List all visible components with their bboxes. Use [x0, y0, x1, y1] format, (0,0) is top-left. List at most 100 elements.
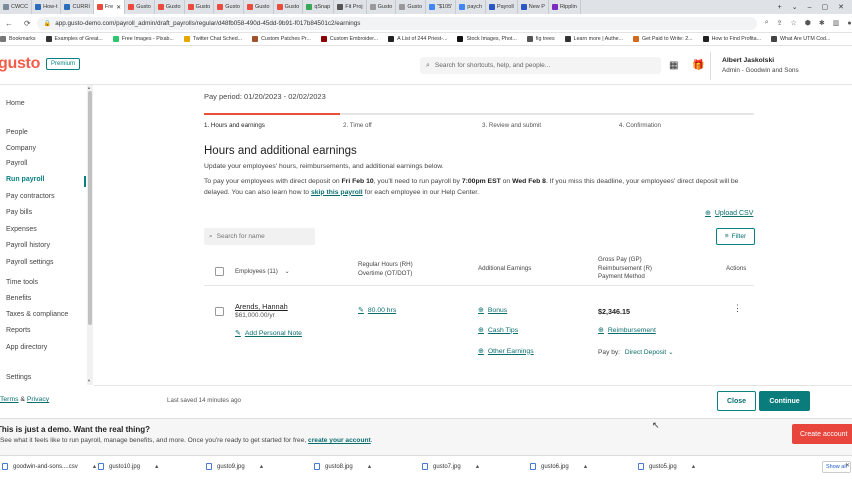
regular-hours-link[interactable]: ✎ 80.00 hrs	[358, 306, 396, 315]
browser-tab[interactable]: Payroll	[486, 0, 518, 14]
browser-tab[interactable]: Gusto	[367, 0, 397, 14]
sidebar-item-pay-contractors[interactable]: Pay contractors	[6, 193, 55, 200]
chevron-up-icon[interactable]: ▲	[475, 464, 480, 470]
browser-tab[interactable]: Gusto	[214, 0, 244, 14]
bookmark-item[interactable]: Examples of Great...	[45, 36, 103, 42]
chevron-up-icon[interactable]: ▲	[259, 464, 264, 470]
privacy-link[interactable]: Privacy	[27, 396, 49, 403]
minimize-icon[interactable]: –	[808, 4, 812, 11]
reload-icon[interactable]: ⟳	[24, 19, 31, 28]
share-icon[interactable]: ⇪	[777, 19, 783, 27]
bookmark-item[interactable]: How to Find Profita...	[702, 36, 761, 42]
bookmark-item[interactable]: A List of 244 Priest-...	[388, 36, 447, 42]
download-item[interactable]: gusto9.jpg ▲	[206, 463, 264, 470]
download-item[interactable]: gusto5.jpg ▲	[638, 463, 696, 470]
browser-tab[interactable]: Gusto	[244, 0, 274, 14]
chevron-up-icon[interactable]: ▲	[92, 464, 97, 470]
puzzle-icon[interactable]: ✱	[819, 19, 825, 27]
download-item[interactable]: gusto8.jpg ▲	[314, 463, 372, 470]
chevron-up-icon[interactable]: ▲	[691, 464, 696, 470]
filter-button[interactable]: ≡ Filter	[716, 228, 755, 245]
browser-tab[interactable]: CURRI	[61, 0, 94, 14]
bookmark-item[interactable]: Stock Images, Phot...	[457, 36, 517, 42]
sidebar-item-run-payroll[interactable]: Run payroll	[6, 176, 45, 183]
sidebar-item-people[interactable]: People	[6, 129, 28, 136]
download-item[interactable]: goodwin-and-sons....csv ▲	[2, 463, 97, 470]
maximize-icon[interactable]: ▢	[822, 3, 829, 11]
chevron-up-icon[interactable]: ▲	[367, 464, 372, 470]
sidebar-item-taxes-compliance[interactable]: Taxes & compliance	[6, 311, 68, 318]
sidepanel-icon[interactable]: ▥	[833, 19, 840, 27]
close-window-icon[interactable]: ✕	[838, 3, 844, 11]
sidebar-item-reports[interactable]: Reports	[6, 327, 31, 334]
select-all-checkbox[interactable]	[215, 267, 224, 276]
sidebar-item-payroll[interactable]: Payroll	[6, 160, 27, 167]
create-account-link[interactable]: create your account	[308, 437, 371, 444]
upload-csv-link[interactable]: ⊕ Upload CSV	[705, 209, 753, 218]
browser-tab[interactable]: qSnap	[303, 0, 335, 14]
back-icon[interactable]: ←	[5, 19, 13, 28]
add-bonus-link[interactable]: ⊕ Bonus	[478, 306, 507, 315]
browser-tab[interactable]: Ripplin	[549, 0, 581, 14]
bookmark-item[interactable]: Custom Embroider...	[320, 36, 378, 42]
bookmark-item[interactable]: Bookmarks	[0, 36, 36, 42]
add-reimbursement-link[interactable]: ⊕ Reimbursement	[598, 326, 656, 335]
browser-tab[interactable]: Gusto	[155, 0, 185, 14]
global-search-input[interactable]: ⌕ Search for shortcuts, help, and people…	[420, 57, 661, 74]
browser-tab[interactable]: CWCC	[0, 0, 33, 14]
browser-tab[interactable]: Gusto	[396, 0, 427, 14]
user-name[interactable]: Albert Jaskolski	[722, 57, 774, 64]
browser-tab[interactable]: How-t	[32, 0, 62, 14]
browser-tab[interactable]: Gusto	[274, 0, 304, 14]
terms-link[interactable]: Terms	[0, 396, 19, 403]
employee-search-input[interactable]: ⌕ Search for name	[204, 228, 315, 245]
browser-tab[interactable]: paych	[456, 0, 486, 14]
chevron-up-icon[interactable]: ▲	[154, 464, 159, 470]
bookmark-item[interactable]: Free Images - Pixab...	[112, 36, 174, 42]
chevron-up-icon[interactable]: ▲	[583, 464, 588, 470]
sidebar-item-home[interactable]: Home	[6, 100, 25, 107]
close-tab-icon[interactable]: ✕	[116, 4, 121, 11]
browser-tab[interactable]: New P	[518, 0, 549, 14]
browser-tab[interactable]: "$105'	[426, 0, 457, 14]
bookmark-item[interactable]: Custom Patches Pr...	[252, 36, 311, 42]
gift-icon[interactable]: 🎁	[692, 60, 704, 71]
bookmark-item[interactable]: What Are UTM Cod...	[771, 36, 830, 42]
browser-tab[interactable]: Fit Proj	[334, 0, 367, 14]
sidebar-scroll-thumb[interactable]	[88, 91, 92, 325]
close-button[interactable]: Close	[717, 391, 756, 411]
employees-column-header[interactable]: Employees (11) ⌄	[235, 268, 290, 277]
profile-icon[interactable]: ●	[847, 20, 851, 27]
continue-button[interactable]: Continue	[759, 391, 810, 411]
sidebar-item-settings[interactable]: Settings	[6, 374, 31, 381]
bookmark-item[interactable]: Twitter Chat Sched...	[183, 36, 242, 42]
scroll-up-icon[interactable]: ▲	[87, 85, 91, 90]
skip-payroll-link[interactable]: skip this payroll	[311, 189, 363, 196]
bookmark-item[interactable]: fig trees	[526, 36, 555, 42]
close-downloads-icon[interactable]: ✕	[845, 462, 850, 469]
sidebar-item-app-directory[interactable]: App directory	[6, 344, 47, 351]
download-item[interactable]: gusto7.jpg ▲	[422, 463, 480, 470]
add-cash-tips-link[interactable]: ⊕ Cash Tips	[478, 326, 518, 335]
address-bar[interactable]: 🔒 app.gusto-demo.com/payroll_admin/draft…	[36, 16, 757, 30]
sidebar-item-expenses[interactable]: Expenses	[6, 226, 37, 233]
add-personal-note-link[interactable]: ✎ Add Personal Note	[235, 329, 302, 338]
bookmark-item[interactable]: Learn more | Authe...	[564, 36, 623, 42]
sidebar-item-payroll-settings[interactable]: Payroll settings	[6, 259, 53, 266]
row-actions-kebab-icon[interactable]: ⋮	[733, 303, 742, 314]
sidebar-item-payroll-history[interactable]: Payroll history	[6, 242, 50, 249]
create-account-button[interactable]: Create account	[792, 424, 852, 444]
bookmark-star-icon[interactable]: ☆	[791, 19, 797, 27]
lock-icon[interactable]: 🔒	[44, 20, 51, 27]
employee-row-checkbox[interactable]	[215, 307, 224, 316]
calendar-icon[interactable]: ▦	[669, 60, 678, 71]
gusto-logo[interactable]: gusto	[0, 55, 40, 73]
zoom-icon[interactable]: ⌕	[765, 19, 769, 27]
employee-name-link[interactable]: Arends, Hannah	[235, 302, 288, 311]
tab-search-icon[interactable]: ⌄	[792, 3, 798, 11]
download-item[interactable]: gusto6.jpg ▲	[530, 463, 588, 470]
new-tab-icon[interactable]: +	[778, 4, 782, 11]
payment-method-dropdown[interactable]: Direct Deposit ⌄	[625, 349, 674, 356]
browser-tab[interactable]: Fre ✕	[93, 0, 126, 14]
browser-tab[interactable]: Gusto	[185, 0, 215, 14]
